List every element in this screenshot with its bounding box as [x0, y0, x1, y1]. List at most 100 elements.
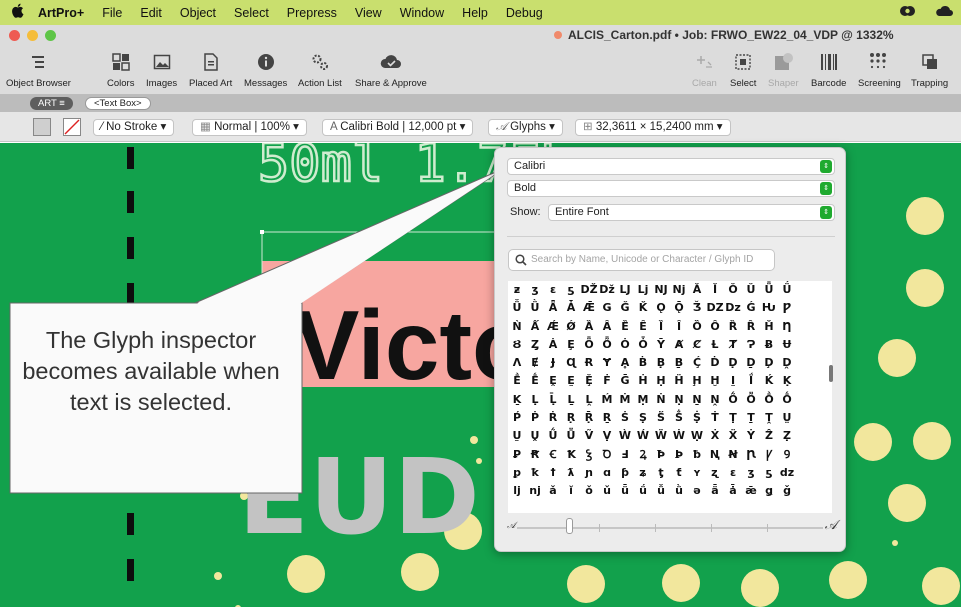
glyph-cell[interactable]: Ḃ [634, 354, 652, 372]
glyph-cell[interactable]: Ṙ [544, 409, 562, 427]
stroke-dropdown[interactable]: ⁄ No Stroke ▾ [93, 119, 175, 136]
glyph-cell[interactable]: ʒ [742, 464, 760, 482]
glyph-cell[interactable]: Ȓ [742, 318, 760, 336]
glyph-cell[interactable]: ǧ [778, 482, 796, 500]
glyph-cell[interactable]: Ṋ [706, 391, 724, 409]
glyph-cell[interactable]: Ꞧ [526, 446, 544, 464]
glyph-cell[interactable]: ǈ [634, 281, 652, 299]
glyph-cell[interactable]: ǐ [562, 482, 580, 500]
trapping-button[interactable]: Trapping [911, 51, 948, 89]
glyph-cell[interactable]: Ṗ [526, 409, 544, 427]
glyph-cell[interactable]: Ẍ [724, 427, 742, 445]
glyph-cell[interactable]: Ḅ [652, 354, 670, 372]
glyph-cell[interactable]: Ȟ [760, 318, 778, 336]
glyph-cell[interactable]: Ȣ [508, 336, 526, 354]
glyph-cell[interactable]: Ꝥ [652, 446, 670, 464]
glyph-cell[interactable]: ǳ [778, 464, 796, 482]
glyph-cell[interactable]: ǒ [580, 482, 598, 500]
glyph-cell[interactable]: Ṩ [688, 409, 706, 427]
glyph-cell[interactable]: ɲ [580, 464, 598, 482]
glyph-size-slider[interactable]: 𝒜 𝒜 [507, 518, 837, 538]
glyph-cell[interactable]: Ǿ [562, 318, 580, 336]
glyph-cell[interactable]: Ẃ [634, 427, 652, 445]
glyph-cell[interactable]: Ȱ [634, 336, 652, 354]
glyph-cell[interactable]: ꝑ [508, 464, 526, 482]
glyph-cell[interactable]: Ḽ [580, 391, 598, 409]
glyph-cell[interactable]: Ṣ [634, 409, 652, 427]
glyph-cell[interactable]: Ḗ [526, 372, 544, 390]
glyph-cell[interactable]: Ḱ [760, 372, 778, 390]
colors-button[interactable]: Colors [107, 51, 134, 89]
glyph-cell[interactable]: Ȉ [652, 318, 670, 336]
glyph-cell[interactable]: Ƕ [760, 299, 778, 317]
glyph-cell[interactable]: Ḥ [652, 372, 670, 390]
glyph-cell[interactable]: Ẏ [742, 427, 760, 445]
glyph-cell[interactable]: Ȥ [526, 336, 544, 354]
glyph-cell[interactable]: ƫ [652, 464, 670, 482]
glyph-cell[interactable]: Ḓ [778, 354, 796, 372]
glyph-cell[interactable]: ǉ [508, 482, 526, 500]
menu-app-name[interactable]: ArtPro+ [34, 6, 93, 20]
glyph-cell[interactable]: ƽ [562, 281, 580, 299]
menu-prepress[interactable]: Prepress [278, 6, 346, 20]
slider-knob[interactable] [566, 518, 573, 534]
glyph-cell[interactable]: Ṑ [760, 391, 778, 409]
size-dropdown[interactable]: ⊞ 32,3611 × 15,2400 mm ▾ [575, 119, 731, 136]
stroke-swatch[interactable] [63, 118, 81, 136]
glyph-cell[interactable]: Ǩ [634, 299, 652, 317]
glyph-cell[interactable]: Ẇ [670, 427, 688, 445]
glyph-cell[interactable]: Ꞓ [544, 446, 562, 464]
glyph-cell[interactable]: Ṅ [652, 391, 670, 409]
glyph-cell[interactable]: Ȳ [652, 336, 670, 354]
action-list-button[interactable]: Action List [298, 51, 342, 89]
glyph-cell[interactable]: Ǹ [508, 318, 526, 336]
glyph-cell[interactable]: Ȅ [616, 318, 634, 336]
glyph-cell[interactable]: Ȇ [634, 318, 652, 336]
glyph-cell[interactable]: ǣ [742, 482, 760, 500]
glyph-cell[interactable]: Ṵ [508, 427, 526, 445]
glyph-cell[interactable]: Ḕ [508, 372, 526, 390]
glyph-cell[interactable]: Ǎ [688, 281, 706, 299]
glyph-cell[interactable]: Ǡ [562, 299, 580, 317]
glyph-cell[interactable]: Ʌ [508, 354, 526, 372]
menu-edit[interactable]: Edit [131, 6, 171, 20]
menu-file[interactable]: File [93, 6, 131, 20]
glyph-cell[interactable]: Ṹ [544, 427, 562, 445]
cloud-tray-icon[interactable] [935, 4, 953, 18]
glyph-cell[interactable]: ƀ [688, 446, 706, 464]
glyph-cell[interactable]: Ḛ [562, 372, 580, 390]
glyph-cell[interactable]: Ḣ [634, 372, 652, 390]
glyph-cell[interactable]: Ǟ [544, 299, 562, 317]
glyph-cell[interactable]: ꝁ [526, 464, 544, 482]
glyph-cell[interactable]: Ḑ [760, 354, 778, 372]
glyph-cell[interactable]: Ɏ [598, 354, 616, 372]
glyph-cell[interactable]: ʑ [634, 464, 652, 482]
glyph-cell[interactable]: Ⱥ [670, 336, 688, 354]
glyph-cell[interactable]: Ẓ [778, 427, 796, 445]
glyph-cell[interactable]: Ƚ [706, 336, 724, 354]
menu-debug[interactable]: Debug [497, 6, 552, 20]
glyph-cell[interactable]: Ẉ [688, 427, 706, 445]
glyph-cell[interactable]: Ṟ [598, 409, 616, 427]
glyph-cell[interactable]: Ǜ [526, 299, 544, 317]
glyph-cell[interactable]: Ḏ [742, 354, 760, 372]
glyph-cell[interactable]: ǌ [526, 482, 544, 500]
glyph-cell[interactable]: Ǆ [580, 281, 598, 299]
glyph-grid-scrollbar[interactable] [829, 365, 833, 382]
glyph-cell[interactable]: Ḷ [526, 391, 544, 409]
glyph-cell[interactable]: Ꞃ [742, 446, 760, 464]
glyph-cell[interactable]: Ǉ [616, 281, 634, 299]
glyph-cell[interactable]: ƛ [562, 464, 580, 482]
glyph-cell[interactable]: Ꝧ [670, 446, 688, 464]
menu-select[interactable]: Select [225, 6, 278, 20]
glyph-cell[interactable]: Ꝩ [760, 446, 778, 464]
glyph-cell[interactable]: Ḻ [562, 391, 580, 409]
glyph-cell[interactable]: ǥ [760, 482, 778, 500]
glyph-cell[interactable]: ǅ [598, 281, 616, 299]
glyph-cell[interactable]: Ṡ [616, 409, 634, 427]
glyph-cell[interactable]: Ƞ [778, 318, 796, 336]
glyph-cell[interactable]: Ḋ [706, 354, 724, 372]
glyph-cell[interactable]: Ⅎ [616, 446, 634, 464]
glyph-cell[interactable]: Ǣ [580, 299, 598, 317]
glyph-cell[interactable]: Ḭ [724, 372, 742, 390]
